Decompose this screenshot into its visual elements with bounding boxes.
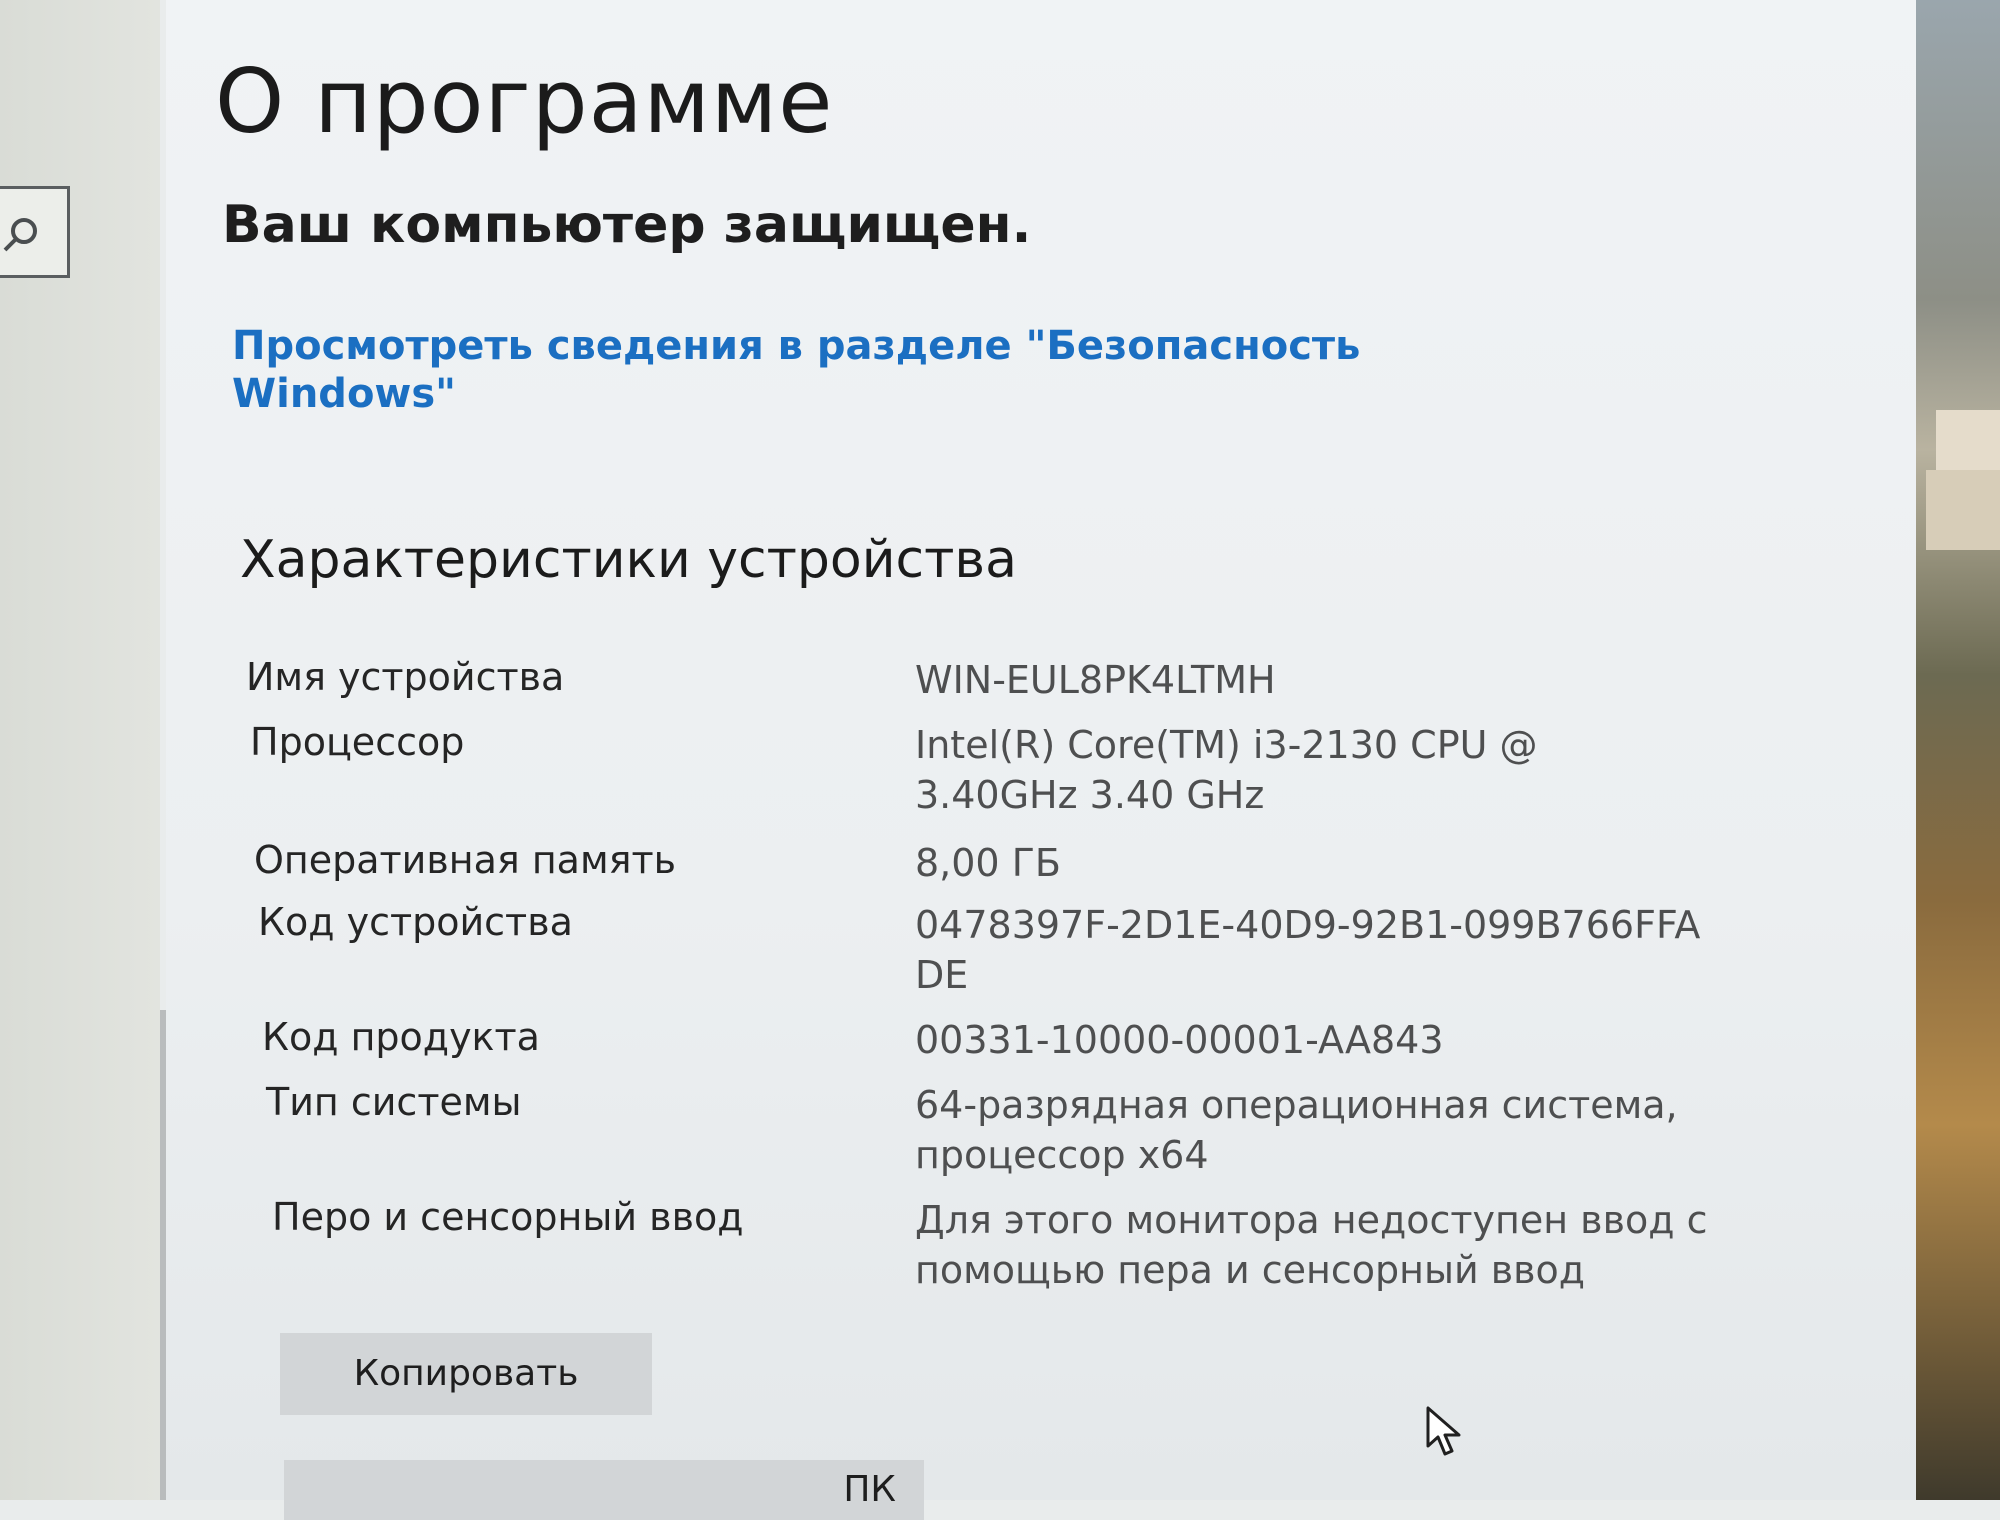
spec-value-line: DE <box>915 953 969 997</box>
page-title: О программе <box>215 50 834 153</box>
spec-value-line: Intel(R) Core(TM) i3-2130 CPU @ <box>915 723 1538 767</box>
spec-value[interactable]: 0478397F-2D1E-40D9-92B1-099B766FFA DE <box>915 900 1700 1000</box>
spec-value-line: 64-разрядная операционная система, <box>915 1083 1678 1127</box>
spec-value[interactable]: Для этого монитора недоступен ввод с пом… <box>915 1195 1707 1295</box>
spec-label: Процессор <box>250 720 465 764</box>
spec-label: Код продукта <box>262 1015 540 1059</box>
spec-label: Код устройства <box>258 900 573 944</box>
mouse-cursor-icon <box>1426 1406 1461 1456</box>
spec-value[interactable]: 8,00 ГБ <box>915 838 1061 888</box>
spec-label: Оперативная память <box>254 838 677 882</box>
desktop-wallpaper <box>1916 0 2000 1500</box>
spec-value[interactable]: 00331-10000-00001-AA843 <box>915 1015 1444 1065</box>
spec-value-line: Для этого монитора недоступен ввод с <box>915 1198 1708 1242</box>
search-box[interactable] <box>0 186 70 278</box>
spec-value[interactable]: WIN-EUL8PK4LTMH <box>915 655 1276 705</box>
rename-pc-button[interactable]: ПК <box>284 1460 924 1520</box>
spec-value[interactable]: 64-разрядная операционная система, проце… <box>915 1080 1678 1180</box>
spec-label: Имя устройства <box>246 655 565 699</box>
spec-label: Тип системы <box>266 1080 522 1124</box>
copy-button[interactable]: Копировать <box>280 1333 652 1415</box>
spec-value-line: 0478397F-2D1E-40D9-92B1-099B766FFA <box>915 903 1701 947</box>
spec-value-line: 00331-10000-00001-AA843 <box>915 1018 1444 1062</box>
spec-label: Перо и сенсорный ввод <box>272 1195 744 1239</box>
spec-value-line: 3.40GHz 3.40 GHz <box>915 773 1265 817</box>
spec-value-line: 8,00 ГБ <box>915 841 1061 885</box>
spec-value-line: процессор x64 <box>915 1133 1209 1177</box>
security-status-text: Ваш компьютер защищен. <box>222 195 1032 255</box>
device-specs-heading: Характеристики устройства <box>240 530 1017 590</box>
spec-value[interactable]: Intel(R) Core(TM) i3-2130 CPU @ 3.40GHz … <box>915 720 1538 820</box>
search-icon <box>3 218 37 252</box>
spec-value-line: помощью пера и сенсорный ввод <box>915 1248 1586 1292</box>
spec-value-line: WIN-EUL8PK4LTMH <box>915 658 1276 702</box>
windows-security-link[interactable]: Просмотреть сведения в разделе "Безопасн… <box>232 322 1432 418</box>
